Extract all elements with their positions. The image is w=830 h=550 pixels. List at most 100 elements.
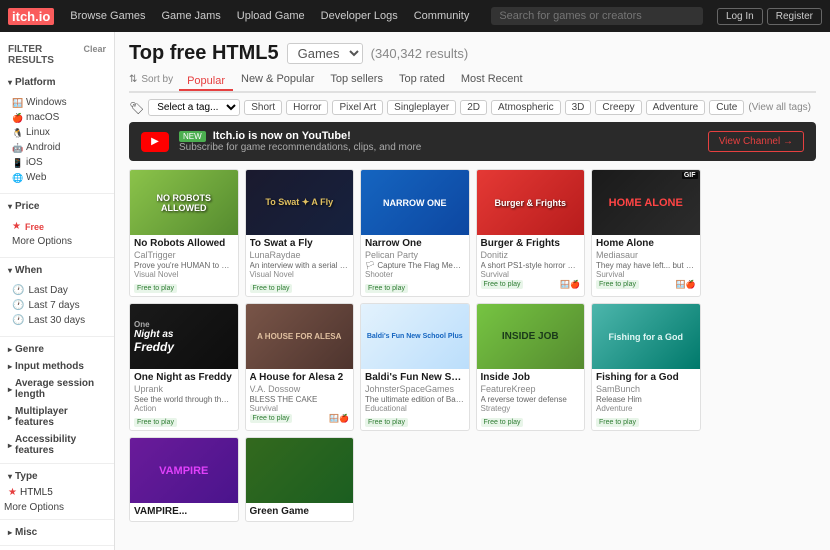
sort-new-popular[interactable]: New & Popular	[233, 71, 322, 87]
search-input[interactable]	[491, 7, 703, 25]
login-button[interactable]: Log In	[717, 8, 763, 25]
new-badge: NEW	[179, 131, 206, 142]
input-toggle[interactable]: ▸ Input methods	[0, 358, 114, 375]
game-title-baldi: Baldi's Fun New School Plus Ultimate Edi…	[365, 372, 465, 383]
game-card-freddy[interactable]: One Night as Freddy One Night as Freddy …	[129, 303, 239, 431]
genre-toggle[interactable]: ▸ Genre	[0, 341, 114, 358]
misc-toggle[interactable]: ▸ Misc	[0, 524, 114, 541]
game-card-burger[interactable]: Burger & Frights Burger & Frights Doniti…	[476, 169, 586, 297]
accessibility-toggle[interactable]: ▸ Accessibility features	[0, 431, 114, 459]
tag-creepy[interactable]: Creepy	[595, 100, 641, 115]
tag-select[interactable]: Select a tag...	[148, 99, 240, 116]
game-genre-narrow: Shooter	[365, 270, 465, 279]
game-thumb-home: GIF HOME ALONE	[592, 170, 700, 235]
game-thumb-no-robots: NO ROBOTS ALLOWED	[130, 170, 238, 235]
view-all-tags[interactable]: (View all tags)	[748, 102, 811, 113]
type-html5[interactable]: ★ HTML5	[0, 485, 114, 500]
when-last-30[interactable]: 🕐 Last 30 days	[8, 313, 106, 328]
title-row: Top free HTML5 Games (340,342 results)	[129, 42, 816, 65]
platform-macos[interactable]: 🍎 macOS	[8, 110, 106, 125]
macos-icon: 🍎	[12, 113, 22, 123]
nav-developer-logs[interactable]: Developer Logs	[313, 0, 406, 32]
multiplayer-toggle[interactable]: ▸ Multiplayer features	[0, 403, 114, 431]
game-card-baldi[interactable]: Baldi's Fun New School Plus Baldi's Fun …	[360, 303, 470, 431]
free-badge-freddy: Free to play	[134, 418, 177, 427]
platform-icons-home: 🪟🍎	[676, 280, 696, 289]
filter-clear[interactable]: Clear	[83, 44, 106, 66]
session-toggle[interactable]: ▸ Average session length	[0, 375, 114, 403]
result-count: (340,342 results)	[371, 46, 469, 61]
game-card-fishing[interactable]: Fishing for a God Fishing for a God SamB…	[591, 303, 701, 431]
tag-cute[interactable]: Cute	[709, 100, 744, 115]
game-card-inside-job[interactable]: INSIDE JOB Inside Job FeatureKreep A rev…	[476, 303, 586, 431]
view-channel-button[interactable]: View Channel →	[708, 131, 804, 152]
game-card-narrow-one[interactable]: NARROW ONE Narrow One Pelican Party 🏳 Ca…	[360, 169, 470, 297]
free-badge-inside: Free to play	[481, 418, 524, 427]
multiplayer-arrow: ▸	[8, 413, 12, 422]
sort-top-sellers[interactable]: Top sellers	[322, 71, 391, 87]
game-title-freddy: One Night as Freddy	[134, 372, 234, 383]
nav-game-jams[interactable]: Game Jams	[153, 0, 228, 32]
game-title-inside: Inside Job	[481, 372, 581, 383]
sort-popular[interactable]: Popular	[179, 73, 233, 91]
filter-title: FILTER RESULTS Clear	[8, 44, 106, 66]
more-options-price[interactable]: More Options	[8, 234, 106, 249]
tag-singleplayer[interactable]: Singleplayer	[387, 100, 456, 115]
more-options-type[interactable]: More Options	[0, 500, 114, 515]
tag-3d[interactable]: 3D	[565, 100, 592, 115]
register-button[interactable]: Register	[767, 8, 822, 25]
game-card-no-robots[interactable]: NO ROBOTS ALLOWED No Robots Allowed CalT…	[129, 169, 239, 297]
platform-section-toggle[interactable]: ▾ Platform	[0, 74, 114, 91]
tag-2d[interactable]: 2D	[460, 100, 487, 115]
platform-windows[interactable]: 🪟 Windows	[8, 95, 106, 110]
promo-subtitle: Subscribe for game recommendations, clip…	[179, 142, 698, 153]
nav-community[interactable]: Community	[406, 0, 478, 32]
game-card-swat-fly[interactable]: To Swat ✦ A Fly To Swat a Fly LunaRaydae…	[245, 169, 355, 297]
games-grid-row1: NO ROBOTS ALLOWED No Robots Allowed CalT…	[129, 169, 816, 297]
game-card-home-alone[interactable]: GIF HOME ALONE Home Alone Mediasaur They…	[591, 169, 701, 297]
gif-badge: GIF	[682, 172, 698, 179]
free-badge-baldi: Free to play	[365, 418, 408, 427]
sort-most-recent[interactable]: Most Recent	[453, 71, 531, 87]
game-card-vampire[interactable]: VAMPIRE VAMPIRE...	[129, 437, 239, 522]
category-dropdown[interactable]: Games	[287, 43, 363, 64]
when-section-toggle[interactable]: ▾ When	[0, 262, 114, 279]
game-card-alesa[interactable]: A HOUSE FOR ALESA A House for Alesa 2 V.…	[245, 303, 355, 431]
platform-web[interactable]: 🌐 Web	[8, 170, 106, 185]
platform-linux[interactable]: 🐧 Linux	[8, 125, 106, 140]
platform-ios[interactable]: 📱 iOS	[8, 155, 106, 170]
game-thumb-freddy: One Night as Freddy	[130, 304, 238, 369]
sort-row: ⇅ Sort by Popular New & Popular Top sell…	[129, 71, 816, 93]
platform-list: 🪟 Windows 🍎 macOS 🐧 Linux 🤖 Android 📱 iO…	[0, 91, 114, 189]
game-desc-narrow: 🏳 Capture The Flag Medieval Style 🏳	[365, 261, 465, 270]
game-author-fishing: SamBunch	[596, 384, 696, 394]
clock-icon-3: 🕐	[12, 315, 24, 326]
game-title-swat-fly: To Swat a Fly	[250, 238, 350, 249]
price-section-toggle[interactable]: ▾ Price	[0, 198, 114, 215]
price-free[interactable]: ★ Free	[8, 219, 106, 234]
nav-browse-games[interactable]: Browse Games	[62, 0, 153, 32]
game-genre-freddy: Action	[134, 404, 234, 413]
sort-top-rated[interactable]: Top rated	[391, 71, 453, 87]
type-toggle[interactable]: ▾ Type	[0, 468, 114, 485]
tag-adventure[interactable]: Adventure	[646, 100, 706, 115]
when-last-7[interactable]: 🕐 Last 7 days	[8, 298, 106, 313]
tag-horror[interactable]: Horror	[286, 100, 328, 115]
tag-icon: 🏷	[129, 101, 144, 115]
platform-android[interactable]: 🤖 Android	[8, 140, 106, 155]
tag-atmospheric[interactable]: Atmospheric	[491, 100, 561, 115]
when-list: 🕐 Last Day 🕐 Last 7 days 🕐 Last 30 days	[0, 279, 114, 332]
platform-arrow-icon: ▾	[8, 78, 12, 87]
misc-arrow: ▸	[8, 528, 12, 537]
site-logo[interactable]: itch.io	[8, 9, 56, 24]
tag-pixel-art[interactable]: Pixel Art	[332, 100, 383, 115]
game-thumb-inside: INSIDE JOB	[477, 304, 585, 369]
game-thumb-green	[246, 438, 354, 503]
when-last-day[interactable]: 🕐 Last Day	[8, 283, 106, 298]
nav-upload-game[interactable]: Upload Game	[229, 0, 313, 32]
game-thumb-swat-fly: To Swat ✦ A Fly	[246, 170, 354, 235]
game-desc-baldi: The ultimate edition of Baldi's Fun New …	[365, 395, 465, 404]
price-arrow-icon: ▾	[8, 202, 12, 211]
tag-short[interactable]: Short	[244, 100, 282, 115]
game-card-green[interactable]: Green Game	[245, 437, 355, 522]
